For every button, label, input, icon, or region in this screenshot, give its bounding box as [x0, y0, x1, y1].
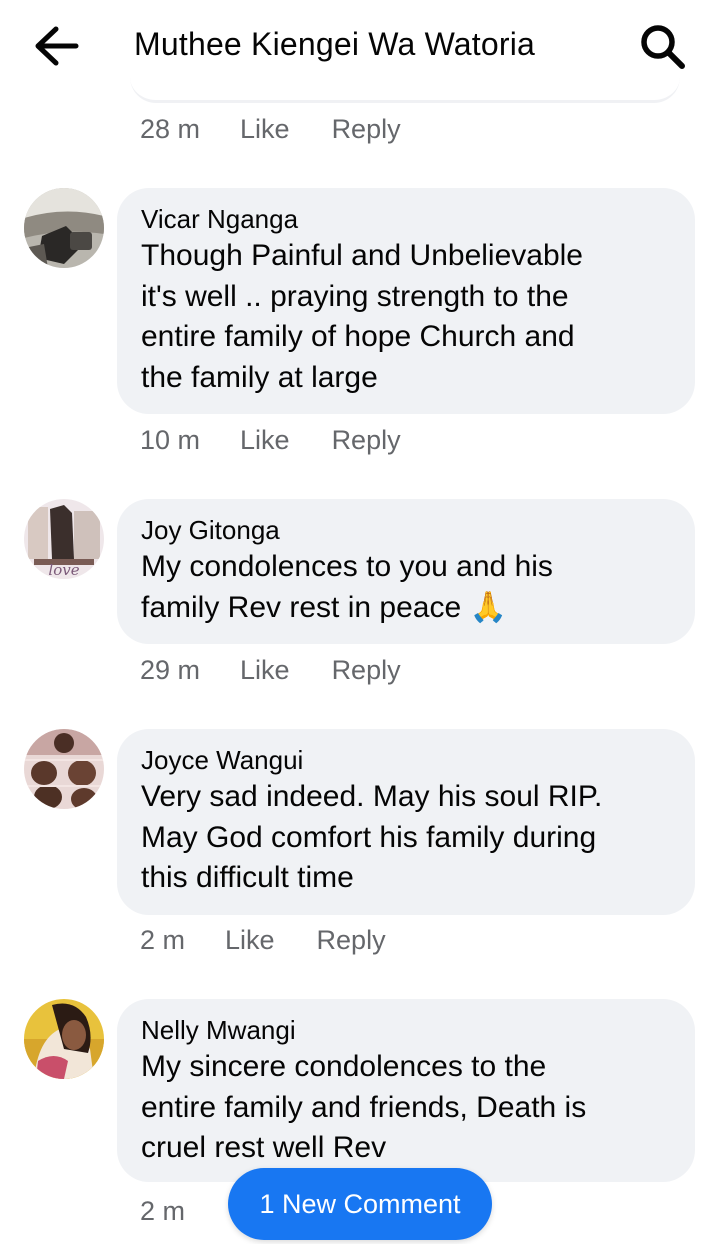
comment-text: Though Painful and Unbelievable it's wel… [141, 236, 671, 398]
comment-bubble: Joyce Wangui Very sad indeed. May his so… [117, 729, 695, 915]
comment-text-line: Very sad indeed. May his soul RIP. [141, 780, 603, 813]
reply-button[interactable]: Reply [332, 655, 401, 686]
comment-text-line: May God comfort his family during [141, 820, 597, 854]
arrow-left-icon[interactable] [32, 24, 82, 68]
comment-text: My condolences to you and his family Rev… [141, 547, 671, 628]
comment-bubble: Nelly Mwangi My sincere condolences to t… [117, 999, 695, 1182]
page-title: Muthee Kiengei Wa Watoria [134, 26, 536, 62]
comment-time: 28 m [140, 114, 201, 144]
previous-comment-bubble [130, 72, 680, 103]
comment-time: 2 m [140, 925, 186, 955]
comment-text-line: My condolences to you and his [141, 550, 553, 583]
like-button[interactable]: Like [240, 425, 290, 456]
avatar[interactable] [24, 188, 104, 268]
like-button[interactable]: Like [225, 925, 275, 956]
avatar[interactable] [24, 999, 104, 1079]
comment-text-line: the family at large [141, 360, 378, 394]
comment-text: Very sad indeed. May his soul RIP. May G… [141, 777, 671, 899]
like-button[interactable]: Like [240, 114, 290, 145]
comment-author[interactable]: Vicar Nganga [141, 202, 671, 236]
comment-actions: 2 m [140, 1196, 225, 1227]
comment-actions: 2 m Like Reply [140, 925, 386, 956]
avatar-overlay-text: love [48, 561, 79, 579]
comment-text-line: Though Painful and Unbelievable [141, 239, 583, 272]
reply-button[interactable]: Reply [332, 425, 401, 456]
comment-text-line: entire family of hope Church and [141, 320, 575, 353]
comment-actions: 29 m Like Reply [140, 655, 401, 686]
reply-button[interactable]: Reply [332, 114, 401, 145]
search-icon[interactable] [638, 22, 688, 72]
comment-time: 2 m [140, 1196, 186, 1226]
comment-author[interactable]: Joy Gitonga [141, 513, 671, 547]
comment-author[interactable]: Nelly Mwangi [141, 1013, 671, 1047]
previous-comment-actions: 28 m Like Reply [140, 114, 401, 145]
comment-text-line: family Rev rest in peace 🙏 [141, 588, 671, 629]
comment-text-segment: family Rev rest in peace [141, 590, 462, 624]
comment-text-line: cruel rest well Rev [141, 1131, 387, 1164]
comment-text: My sincere condolences to the entire fam… [141, 1047, 671, 1169]
avatar[interactable]: love [24, 499, 104, 579]
comment-bubble: Vicar Nganga Though Painful and Unbeliev… [117, 188, 695, 414]
praying-hands-emoji: 🙏 [469, 590, 507, 624]
comment-actions: 10 m Like Reply [140, 425, 401, 456]
comment-author[interactable]: Joyce Wangui [141, 743, 671, 777]
new-comment-button[interactable]: 1 New Comment [228, 1168, 492, 1240]
avatar[interactable] [24, 729, 104, 809]
comment-text-line: it's well .. praying strength to the [141, 279, 569, 313]
comment-time: 29 m [140, 655, 201, 685]
comment-time: 10 m [140, 425, 201, 455]
comment-bubble: Joy Gitonga My condolences to you and hi… [117, 499, 695, 644]
reply-button[interactable]: Reply [317, 925, 386, 956]
comment-text-line: My sincere condolences to the [141, 1050, 547, 1083]
like-button[interactable]: Like [240, 655, 290, 686]
comment-text-line: this difficult time [141, 861, 354, 894]
comment-text-line: entire family and friends, Death is [141, 1090, 587, 1124]
